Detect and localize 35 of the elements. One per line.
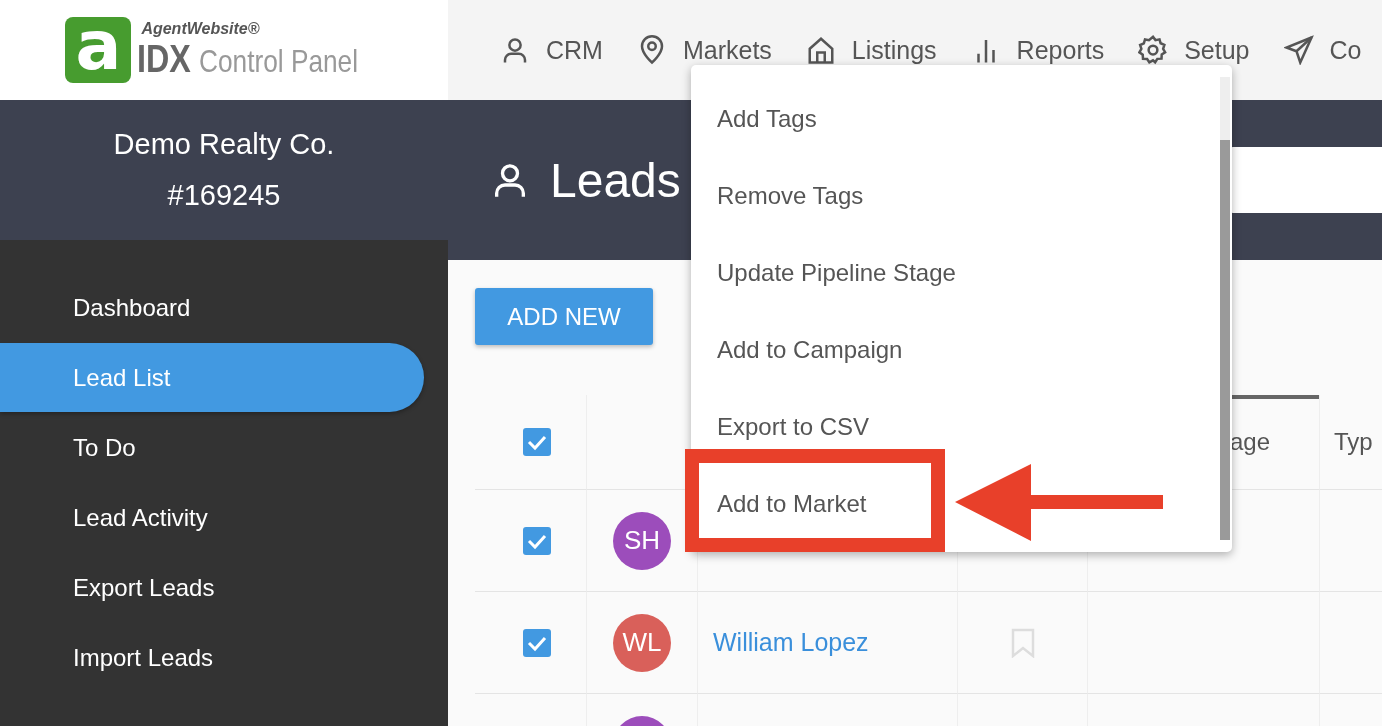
logo-brand: AgentWebsite® <box>141 19 261 38</box>
checkbox[interactable] <box>523 428 551 456</box>
nav-link[interactable]: Listings <box>805 35 937 65</box>
avatar: WL <box>613 613 671 672</box>
account-name: Demo Realty Co. <box>113 128 335 161</box>
column-header[interactable]: age <box>1230 428 1271 456</box>
scrollbar[interactable] <box>1220 77 1230 540</box>
sidebar-item[interactable]: Dashboard <box>0 273 424 342</box>
settings-icon <box>1138 35 1169 65</box>
menu-item[interactable]: Add to Campaign <box>691 328 1220 371</box>
menu-item[interactable]: Remove Tags <box>691 174 1220 217</box>
column-header[interactable]: Typ <box>1334 428 1373 456</box>
menu-item[interactable]: Add Tags <box>691 97 1220 140</box>
checkbox[interactable] <box>523 526 551 555</box>
input-field[interactable] <box>1230 147 1382 213</box>
nav-link[interactable]: CRM <box>500 35 603 65</box>
nav-link[interactable]: Reports <box>970 35 1105 65</box>
logo-product: Control Panel <box>198 42 358 80</box>
paper-plane-icon <box>1283 35 1314 65</box>
sidebar-item[interactable]: Import Leads <box>0 623 424 692</box>
sidebar-item[interactable]: Lead Activity <box>0 483 424 552</box>
sidebar-item[interactable]: To Do <box>0 413 424 482</box>
sidebar-item[interactable]: Export Leads <box>0 553 424 622</box>
avatar: SH <box>613 511 671 570</box>
menu-item[interactable]: Export to CSV <box>691 405 1220 448</box>
nav-link[interactable]: Co <box>1283 35 1362 65</box>
nav-link[interactable]: Markets <box>636 35 772 65</box>
nav-link[interactable]: Setup <box>1138 35 1250 65</box>
account-number: #169245 <box>167 179 281 212</box>
logo-mark: a <box>65 17 132 83</box>
logo-idx: IDX <box>137 37 192 81</box>
page-title: Leads <box>550 152 681 208</box>
menu-item[interactable]: Update Pipeline Stage <box>691 251 1220 294</box>
checkbox[interactable] <box>523 628 551 657</box>
menu-item[interactable]: Add to Market <box>691 482 1220 525</box>
